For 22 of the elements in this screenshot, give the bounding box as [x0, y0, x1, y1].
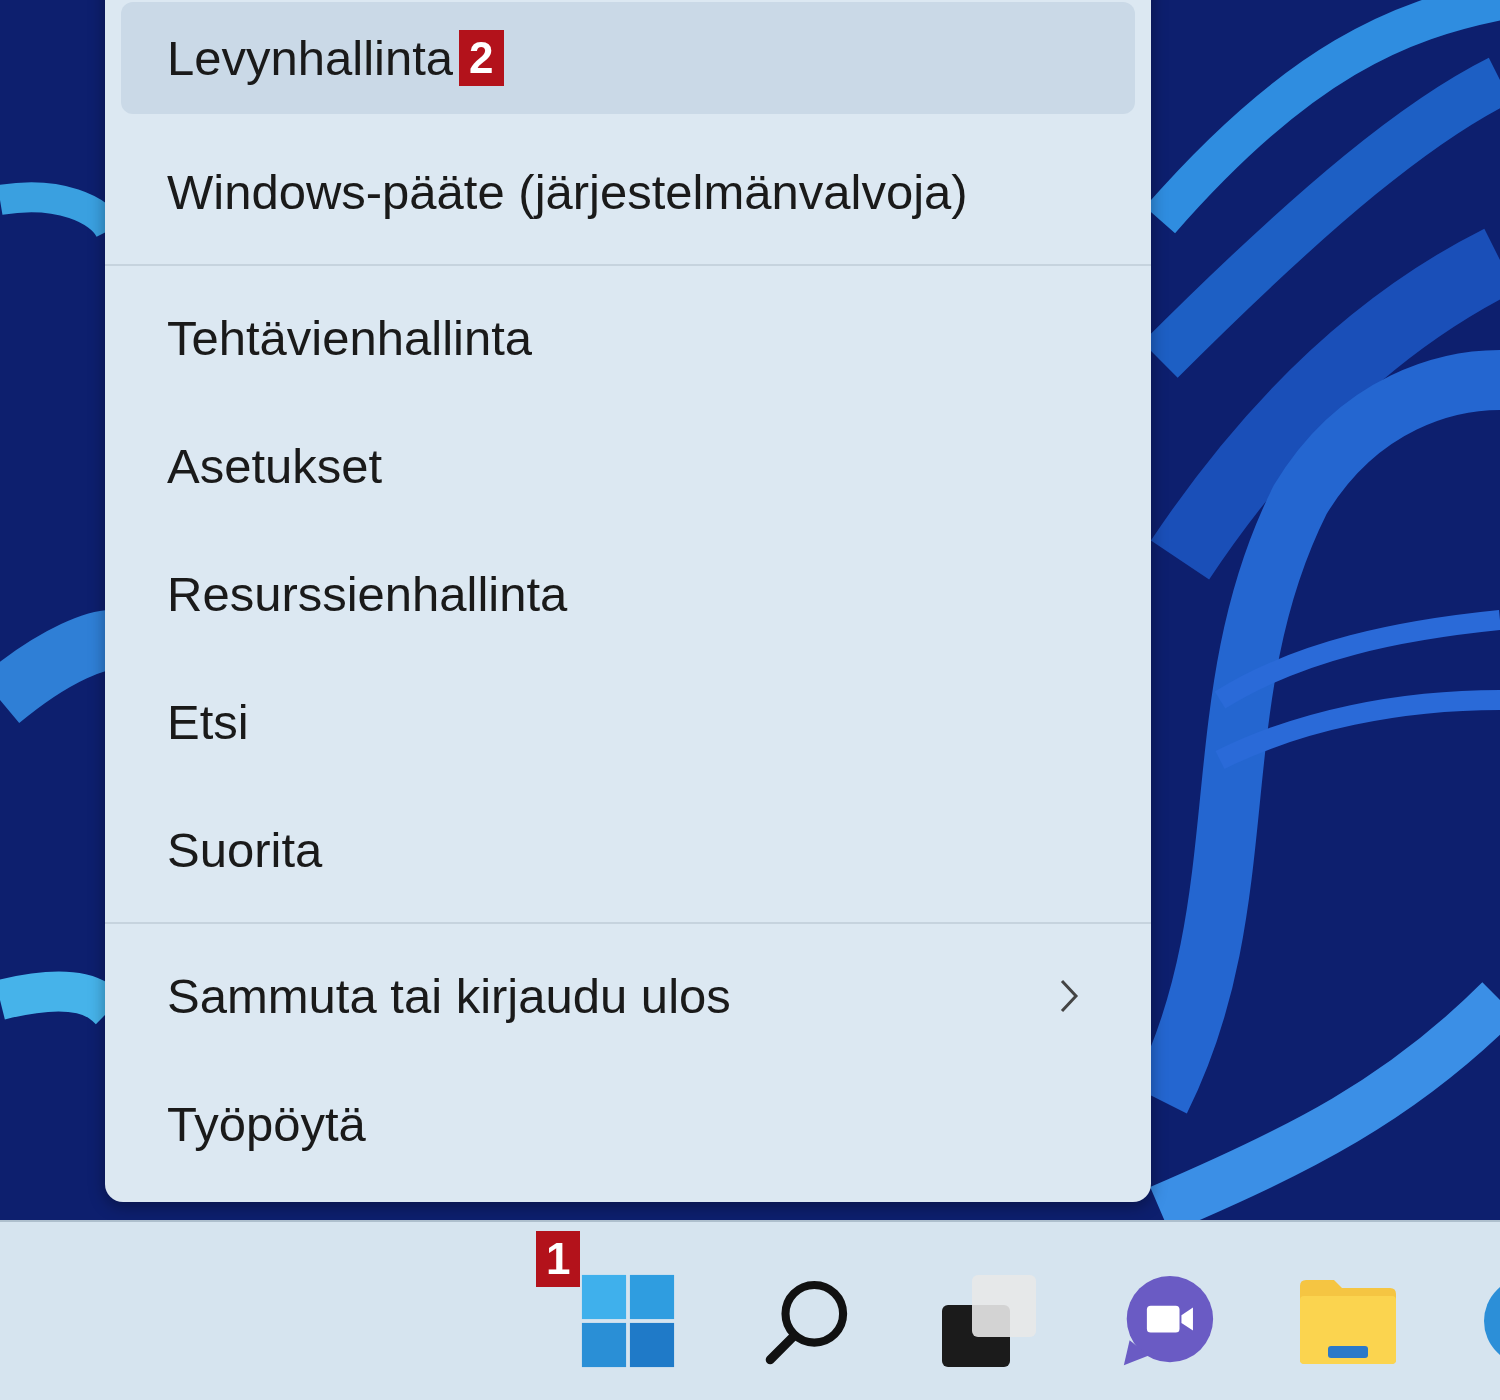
menu-item-label: Resurssienhallinta	[167, 566, 568, 622]
menu-item[interactable]: Etsi	[121, 658, 1135, 786]
menu-item[interactable]: Levynhallinta 2	[121, 2, 1135, 114]
menu-item-label: Etsi	[167, 694, 249, 750]
menu-item-label: Levynhallinta	[167, 30, 454, 86]
menu-item-label: Työpöytä	[167, 1096, 366, 1152]
menu-item[interactable]: Windows-pääte (järjestelmänvalvoja)	[121, 128, 1135, 256]
menu-item-label: Sammuta tai kirjaudu ulos	[167, 968, 731, 1024]
menu-item-label: Asetukset	[167, 438, 383, 494]
chevron-right-icon	[1059, 978, 1079, 1014]
menu-item-label: Tehtävienhallinta	[167, 310, 533, 366]
menu-item[interactable]: Sammuta tai kirjaudu ulos	[121, 932, 1135, 1060]
menu-item-label: Windows-pääte (järjestelmänvalvoja)	[167, 164, 968, 220]
callout-badge: 1	[536, 1231, 581, 1287]
menu-item[interactable]: Resurssienhallinta	[121, 530, 1135, 658]
menu-item[interactable]: Työpöytä	[121, 1060, 1135, 1188]
menu-item[interactable]: Suorita	[121, 786, 1135, 914]
menu-item[interactable]: Tehtävienhallinta	[121, 274, 1135, 402]
callout-badge: 2	[459, 30, 504, 86]
menu-item[interactable]: Asetukset	[121, 402, 1135, 530]
menu-item-label: Suorita	[167, 822, 323, 878]
windows-logo-icon	[580, 1273, 676, 1369]
